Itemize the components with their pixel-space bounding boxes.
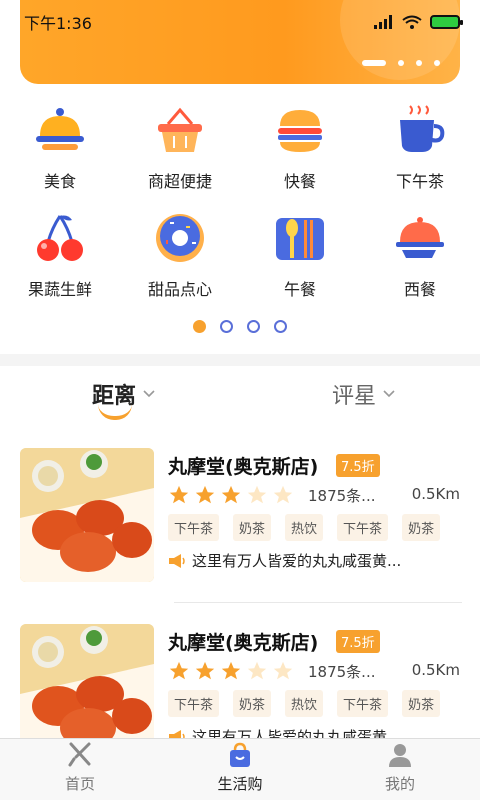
store-distance: 0.5Km xyxy=(411,485,460,503)
sort-rating[interactable]: 评星 xyxy=(332,378,396,410)
section-divider xyxy=(0,354,480,366)
tab-life-shopping[interactable]: 生活购 xyxy=(160,739,320,800)
category-lunch[interactable]: 午餐 xyxy=(240,204,360,312)
category-western[interactable]: 西餐 xyxy=(360,204,480,312)
teacup-icon xyxy=(392,102,448,158)
signal-icon xyxy=(374,15,392,29)
star-icon xyxy=(169,485,189,504)
store-tag: 奶茶 xyxy=(233,690,272,717)
category-label: 甜品点心 xyxy=(147,280,212,299)
star-empty-icon xyxy=(273,485,293,504)
category-dessert[interactable]: 甜品点心 xyxy=(120,204,240,312)
store-name: 丸摩堂(奥克斯店) xyxy=(168,456,319,478)
tab-label: 生活购 xyxy=(217,775,263,793)
pager-dot[interactable] xyxy=(220,320,233,333)
store-tag: 下午茶 xyxy=(168,690,220,717)
store-tag: 奶茶 xyxy=(402,514,441,541)
category-fruits[interactable]: 果蔬生鲜 xyxy=(0,204,120,312)
store-image xyxy=(20,448,154,582)
discount-badge: 7.5折 xyxy=(336,454,380,477)
store-tag: 热饮 xyxy=(285,514,324,541)
status-bar: 下午1:36 xyxy=(0,0,480,44)
notice-text: 这里有万人皆爱的丸丸咸蛋黄... xyxy=(192,552,402,570)
chevron-down-icon xyxy=(383,390,395,398)
banner-dot xyxy=(398,60,404,66)
battery-icon xyxy=(430,15,463,29)
category-label: 西餐 xyxy=(403,280,436,299)
sort-bar: 距离 评星 xyxy=(0,370,480,430)
store-tag: 下午茶 xyxy=(337,690,389,717)
category-pager xyxy=(0,320,480,333)
donut-icon xyxy=(152,210,208,266)
review-count: 1875条... xyxy=(308,663,376,681)
category-label: 午餐 xyxy=(283,280,316,299)
store-name: 丸摩堂(奥克斯店) xyxy=(168,632,319,654)
basket-icon xyxy=(152,102,208,158)
cherry-icon xyxy=(32,210,88,266)
tab-label: 我的 xyxy=(384,775,415,793)
food-cloche-icon xyxy=(32,102,88,158)
megaphone-icon xyxy=(169,553,185,568)
sort-rating-label: 评星 xyxy=(332,384,377,409)
tab-label: 首页 xyxy=(64,775,95,793)
star-empty-icon xyxy=(273,661,293,680)
store-tag: 奶茶 xyxy=(402,690,441,717)
list-divider xyxy=(174,602,462,603)
store-tag: 下午茶 xyxy=(337,514,389,541)
pager-dot[interactable] xyxy=(193,320,206,333)
star-empty-icon xyxy=(247,485,267,504)
category-grid: 美食 商超便捷 快餐 下午茶 果蔬生鲜 甜品点心 午餐 西餐 xyxy=(0,96,480,312)
banner-dot xyxy=(362,60,386,66)
active-sort-indicator xyxy=(98,404,132,420)
store-tag: 下午茶 xyxy=(168,514,220,541)
category-label: 下午茶 xyxy=(395,172,444,191)
fork-knife-icon xyxy=(68,742,91,767)
status-icons xyxy=(374,15,463,29)
bottom-tab-bar: 首页 生活购 我的 xyxy=(0,738,480,800)
star-empty-icon xyxy=(247,661,267,680)
category-label: 果蔬生鲜 xyxy=(27,280,92,299)
banner-dot xyxy=(434,60,440,66)
cutlery-icon xyxy=(272,210,328,266)
serving-tray-icon xyxy=(392,210,448,266)
pager-dot[interactable] xyxy=(274,320,287,333)
category-supermarket[interactable]: 商超便捷 xyxy=(120,96,240,204)
star-icon xyxy=(221,485,241,504)
category-food[interactable]: 美食 xyxy=(0,96,120,204)
store-card[interactable]: 丸摩堂(奥克斯店) 7.5折 1875条... 0.5Km 下午茶 奶茶 热饮 … xyxy=(0,430,480,600)
store-tag: 奶茶 xyxy=(233,514,272,541)
shopping-bag-icon xyxy=(230,742,250,767)
star-rating xyxy=(168,660,294,682)
store-distance: 0.5Km xyxy=(411,661,460,679)
star-icon xyxy=(195,485,215,504)
star-icon xyxy=(195,661,215,680)
star-icon xyxy=(169,661,189,680)
status-time: 下午1:36 xyxy=(24,14,92,33)
banner-pager xyxy=(362,60,440,66)
star-rating xyxy=(168,484,294,506)
tab-profile[interactable]: 我的 xyxy=(320,739,480,800)
review-count: 1875条... xyxy=(308,487,376,505)
category-fastfood[interactable]: 快餐 xyxy=(240,96,360,204)
category-label: 美食 xyxy=(43,172,76,191)
category-afternoon-tea[interactable]: 下午茶 xyxy=(360,96,480,204)
pager-dot[interactable] xyxy=(247,320,260,333)
tag-list: 下午茶 奶茶 热饮 下午茶 奶茶 xyxy=(168,514,441,541)
store-tag: 热饮 xyxy=(285,690,324,717)
discount-badge: 7.5折 xyxy=(336,630,380,653)
wifi-icon xyxy=(402,15,422,29)
category-label: 商超便捷 xyxy=(147,172,212,191)
category-label: 快餐 xyxy=(283,172,316,191)
chevron-down-icon xyxy=(143,390,155,398)
banner-dot xyxy=(416,60,422,66)
user-icon xyxy=(389,744,411,767)
tag-list: 下午茶 奶茶 热饮 下午茶 奶茶 xyxy=(168,690,441,717)
store-notice: 这里有万人皆爱的丸丸咸蛋黄... xyxy=(168,550,401,571)
tab-home[interactable]: 首页 xyxy=(0,739,160,800)
burger-icon xyxy=(272,102,328,158)
star-icon xyxy=(221,661,241,680)
